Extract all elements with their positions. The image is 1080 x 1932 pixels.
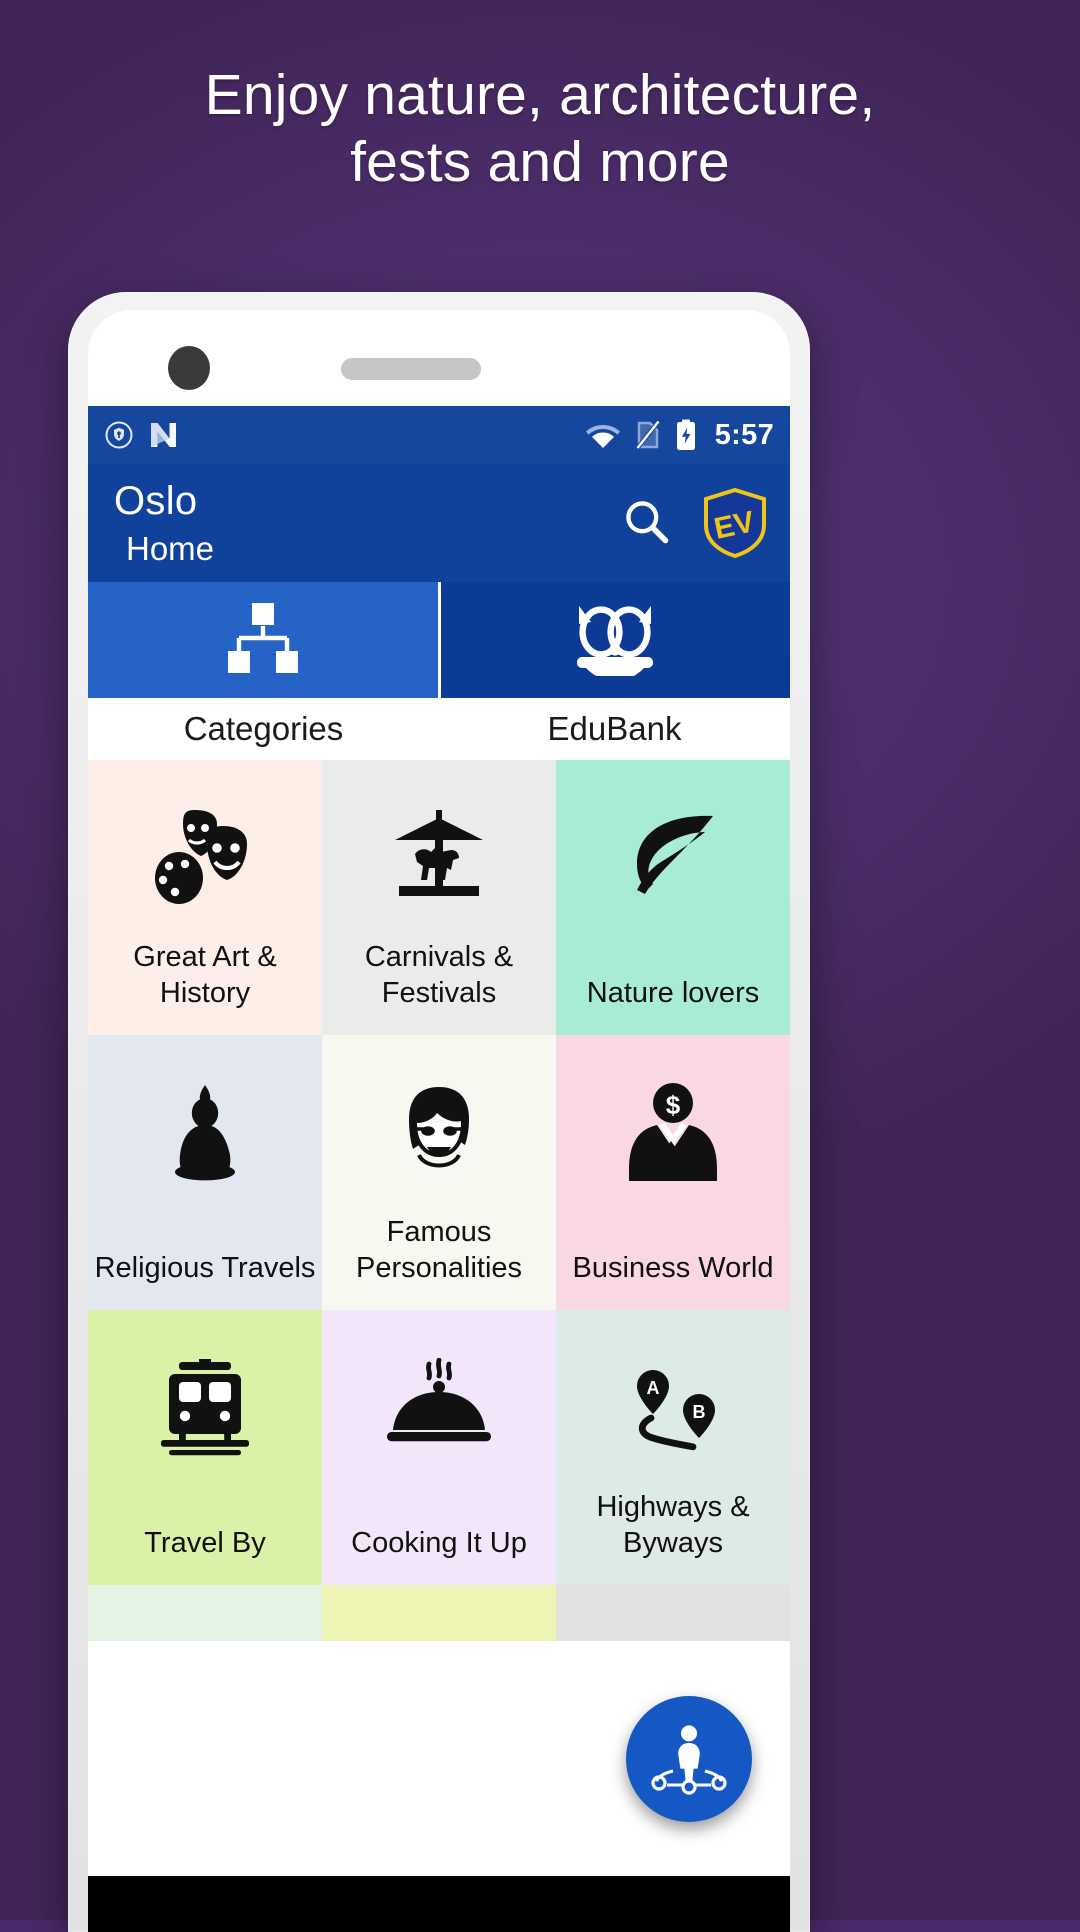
tab-categories[interactable] bbox=[88, 582, 438, 698]
battery-charging-icon bbox=[675, 419, 697, 451]
nearby-places-fab[interactable] bbox=[626, 1696, 752, 1822]
category-label: Religious Travels bbox=[94, 1251, 316, 1284]
category-label: Highways & Byways bbox=[596, 1490, 750, 1559]
category-label: Cooking It Up bbox=[351, 1526, 527, 1559]
person-network-icon bbox=[651, 1719, 727, 1800]
owl-icon bbox=[567, 600, 663, 681]
tab-label-row: Categories EduBank bbox=[88, 698, 790, 760]
category-tile-partial-2[interactable] bbox=[322, 1585, 556, 1641]
train-icon bbox=[157, 1348, 253, 1468]
category-tile-partial-3[interactable] bbox=[556, 1585, 790, 1641]
ev-shield-logo[interactable]: EV bbox=[702, 487, 768, 559]
leaf-icon bbox=[621, 798, 725, 918]
app-bar-titles: Oslo Home bbox=[114, 481, 214, 565]
category-tile-famous-personalities[interactable]: Famous Personalities bbox=[322, 1035, 556, 1310]
route-map-icon: A B bbox=[619, 1348, 727, 1468]
wifi-icon bbox=[585, 421, 621, 449]
category-tile-partial-1[interactable] bbox=[88, 1585, 322, 1641]
category-grid: Great Art & History Carnivals & Festival… bbox=[88, 760, 790, 1641]
sitemap-icon bbox=[221, 600, 305, 681]
category-label: Travel By bbox=[144, 1526, 266, 1559]
category-tile-religious-travels[interactable]: Religious Travels bbox=[88, 1035, 322, 1310]
category-tile-great-art-history[interactable]: Great Art & History bbox=[88, 760, 322, 1035]
face-portrait-icon bbox=[391, 1073, 487, 1193]
phone-screen: 5:57 Oslo Home EV Categories EduBank Gre… bbox=[88, 406, 790, 1932]
category-tile-travel-by[interactable]: Travel By bbox=[88, 1310, 322, 1585]
category-label: Business World bbox=[572, 1251, 774, 1284]
food-cloche-icon bbox=[385, 1348, 493, 1468]
category-label: Great Art & History bbox=[133, 940, 277, 1009]
promo-headline-line-2: fests and more bbox=[350, 130, 730, 195]
svg-text:A: A bbox=[647, 1378, 660, 1398]
status-bar-right-icons: 5:57 bbox=[585, 419, 774, 452]
category-tile-nature-lovers[interactable]: Nature lovers bbox=[556, 760, 790, 1035]
promo-headline-line-1: Enjoy nature, architecture, bbox=[204, 63, 876, 127]
carousel-icon bbox=[387, 798, 491, 918]
app-bar: Oslo Home EV bbox=[88, 464, 790, 582]
system-navigation-bar bbox=[88, 1876, 790, 1932]
category-label: Famous Personalities bbox=[355, 1215, 523, 1284]
phone-mockup: 5:57 Oslo Home EV Categories EduBank Gre… bbox=[68, 292, 810, 1932]
tab-label-categories[interactable]: Categories bbox=[88, 698, 439, 760]
svg-text:B: B bbox=[693, 1402, 706, 1422]
no-sim-icon bbox=[635, 420, 661, 450]
page-subtitle: Home bbox=[126, 530, 215, 567]
buddha-icon bbox=[159, 1073, 251, 1193]
status-bar-left-icons bbox=[104, 420, 182, 450]
status-bar-clock: 5:57 bbox=[714, 418, 774, 451]
earpiece-speaker bbox=[341, 358, 481, 380]
tab-bar bbox=[88, 582, 790, 698]
android-nougat-icon bbox=[148, 420, 182, 450]
search-icon[interactable] bbox=[620, 495, 672, 552]
page-title: Oslo bbox=[114, 479, 198, 523]
category-tile-carnivals-festivals[interactable]: Carnivals & Festivals bbox=[322, 760, 556, 1035]
phone-bezel-inner: 5:57 Oslo Home EV Categories EduBank Gre… bbox=[88, 310, 790, 1932]
tab-edubank[interactable] bbox=[437, 582, 790, 698]
category-label: Carnivals & Festivals bbox=[364, 940, 514, 1009]
category-tile-highways-byways[interactable]: A B Highways & Byways bbox=[556, 1310, 790, 1585]
app-bar-actions: EV bbox=[620, 487, 768, 559]
front-camera-icon bbox=[168, 346, 210, 390]
category-tile-business-world[interactable]: $ Business World bbox=[556, 1035, 790, 1310]
promo-headline: Enjoy nature, architecture, fests and mo… bbox=[0, 62, 1080, 197]
theatre-masks-palette-icon bbox=[151, 798, 259, 918]
status-bar: 5:57 bbox=[88, 406, 790, 464]
vpn-shield-icon bbox=[104, 420, 134, 450]
tab-label-edubank[interactable]: EduBank bbox=[439, 698, 790, 760]
category-label: Nature lovers bbox=[586, 976, 760, 1009]
businessman-dollar-icon: $ bbox=[621, 1073, 725, 1193]
category-tile-cooking-it-up[interactable]: Cooking It Up bbox=[322, 1310, 556, 1585]
svg-text:$: $ bbox=[666, 1090, 681, 1120]
